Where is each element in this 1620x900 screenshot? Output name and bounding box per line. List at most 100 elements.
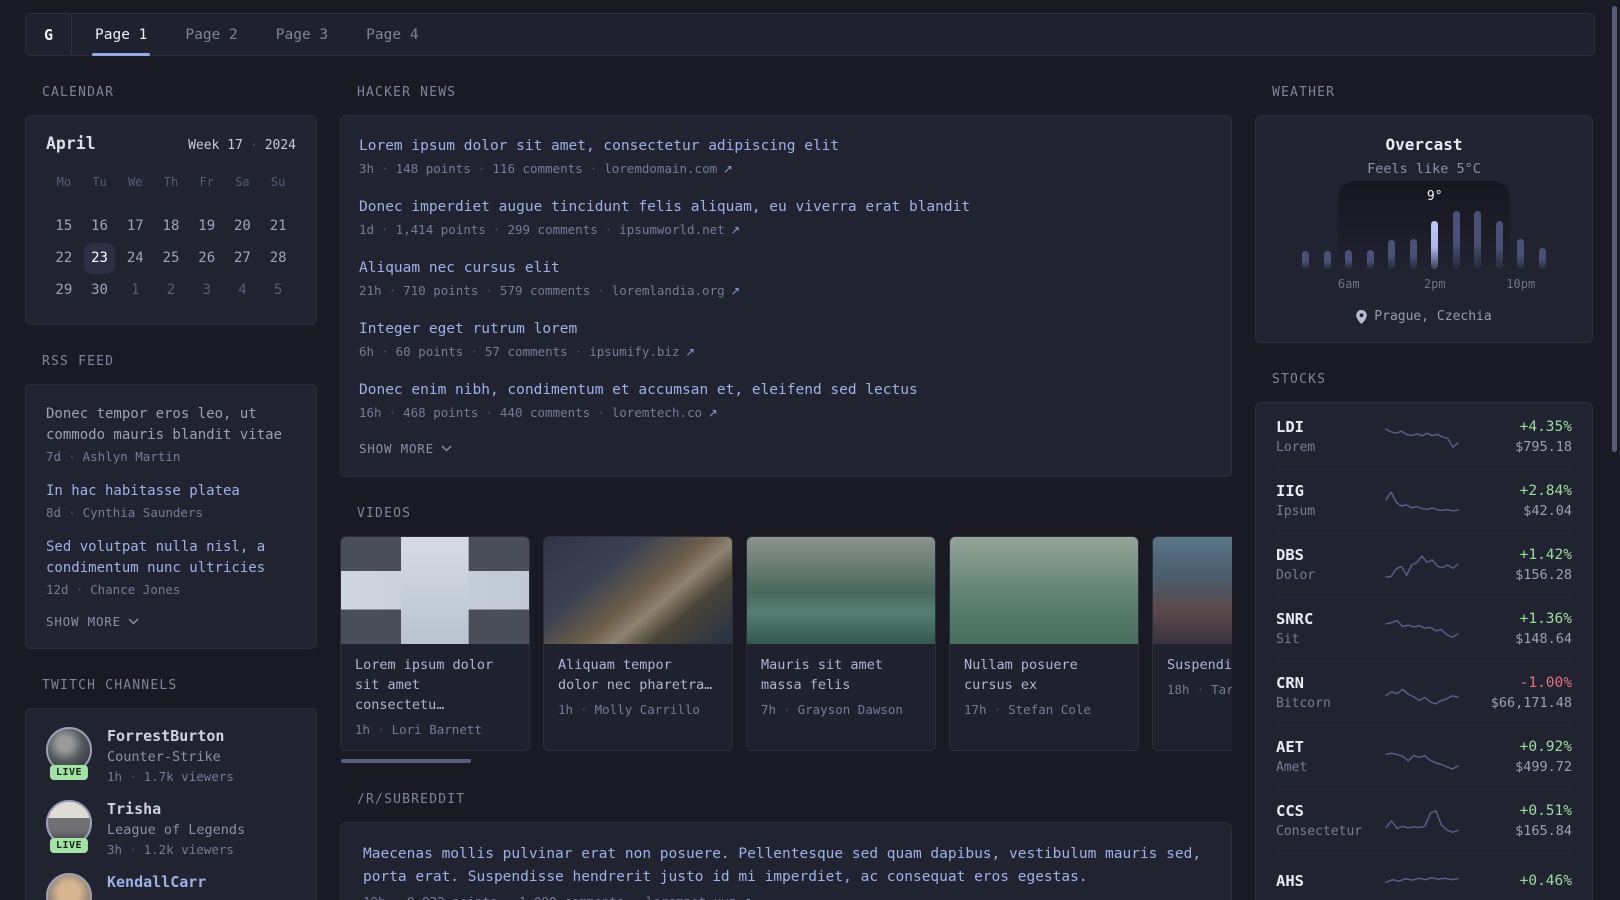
video-thumbnail[interactable] — [341, 537, 529, 644]
stock-name: Bitcorn — [1276, 696, 1331, 711]
rss-item-link[interactable]: Donec tempor eros leo, ut commodo mauris… — [46, 404, 296, 446]
calendar-weekday: Th — [163, 175, 179, 189]
hackernews-item: Lorem ipsum dolor sit amet, consectetur … — [359, 136, 1213, 176]
item-domain-link[interactable]: ipsumify.biz — [589, 344, 695, 359]
hackernews-show-more-button[interactable]: SHOW MORE — [359, 441, 452, 456]
map-pin-icon — [1356, 309, 1368, 324]
stock-name: Dolor — [1276, 568, 1316, 583]
video-title-link[interactable]: Aliquam tempor dolor nec pharetra… — [558, 655, 718, 695]
calendar-day: 30 — [91, 282, 108, 298]
dot-separator — [568, 344, 590, 359]
calendar-day: 25 — [162, 250, 180, 266]
stock-row[interactable]: CRN Bitcorn -1.00% $66,171.48 — [1276, 660, 1572, 724]
twitch-channel-row[interactable]: LIVE Trisha League of Legends 3h 1.2k vie… — [46, 800, 296, 857]
stock-sparkline — [1380, 742, 1464, 772]
stock-row[interactable]: AET Amet +0.92% $499.72 — [1276, 724, 1572, 788]
stock-values: +0.92% $499.72 — [1464, 739, 1572, 775]
stock-price: $156.28 — [1515, 566, 1572, 583]
twitch-card: LIVE ForrestBurton Counter-Strike 1h 1.7k… — [25, 708, 317, 900]
hackernews-item-link[interactable]: Donec imperdiet augue tincidunt felis al… — [359, 197, 1213, 218]
twitch-channel-row[interactable]: LIVE ForrestBurton Counter-Strike 1h 1.7k… — [46, 727, 296, 784]
twitch-avatar-wrap — [46, 873, 92, 900]
videos-scrollbar-thumb[interactable] — [341, 759, 471, 763]
stocks-widget: STOCKS LDI Lorem +4.35% $795.18 IIG Ipsu… — [1255, 372, 1593, 900]
twitch-viewers: 1.7k viewers — [143, 769, 234, 784]
video-card[interactable]: Aliquam tempor dolor nec pharetra… 1h Mol… — [543, 536, 733, 751]
weather-bar — [1517, 239, 1525, 269]
video-thumbnail[interactable] — [747, 537, 935, 644]
item-domain-link[interactable]: ipsumworld.net — [619, 222, 740, 237]
item-domain-link[interactable]: loremtech.co — [612, 405, 718, 420]
calendar-day: 2 — [166, 282, 176, 298]
stock-price: $42.04 — [1523, 502, 1572, 519]
dot-separator — [61, 505, 83, 520]
video-card[interactable]: Suspendisse diam 18h Tara — [1152, 536, 1232, 751]
hackernews-item: Aliquam nec cursus elit 21h 710 points 579… — [359, 258, 1213, 298]
stock-row[interactable]: DBS Dolor +1.42% $156.28 — [1276, 532, 1572, 596]
twitch-channel-name[interactable]: ForrestBurton — [107, 727, 234, 745]
stock-id: DBS Dolor — [1276, 546, 1380, 583]
hackernews-item-link[interactable]: Lorem ipsum dolor sit amet, consectetur … — [359, 136, 1213, 157]
stock-sparkline — [1380, 550, 1464, 580]
dot-separator — [243, 138, 265, 153]
stock-row[interactable]: CCS Consectetur +0.51% $165.84 — [1276, 788, 1572, 852]
calendar-day: 29 — [55, 282, 73, 298]
weather-bar-slot — [1489, 209, 1511, 269]
dot-separator — [590, 283, 612, 298]
hackernews-item-link[interactable]: Donec enim nibh, condimentum et accumsan… — [359, 380, 1213, 401]
weather-bars: 9° — [1295, 189, 1554, 269]
calendar-card: April Week 172024 MoTuWeThFrSaSu 1516171… — [25, 115, 317, 325]
weather-bar — [1538, 248, 1546, 269]
page-tab[interactable]: Page 1 — [76, 14, 166, 56]
video-card[interactable]: Nullam posuere cursus ex 17h Stefan Cole — [949, 536, 1139, 751]
weather-location: Prague, Czechia — [1374, 309, 1492, 324]
external-link-icon — [717, 161, 733, 176]
twitch-channel-category: Counter-Strike — [107, 749, 221, 765]
video-title-link[interactable]: Lorem ipsum dolor sit amet consectetu… — [355, 655, 515, 715]
stock-row[interactable]: IIG Ipsum +2.84% $42.04 — [1276, 468, 1572, 532]
page-tab[interactable]: Page 2 — [166, 14, 256, 55]
video-card[interactable]: Mauris sit amet massa felis 7h Grayson Da… — [746, 536, 936, 751]
stock-row[interactable]: AHS +0.46% — [1276, 852, 1572, 900]
rss-item-link[interactable]: In hac habitasse platea — [46, 481, 296, 502]
weather-hour-label-slot: 6am — [1338, 277, 1360, 291]
stock-row[interactable]: SNRC Sit +1.36% $148.64 — [1276, 596, 1572, 660]
post-domain-link[interactable]: loremnet.xyz — [646, 894, 752, 900]
video-thumbnail[interactable] — [544, 537, 732, 644]
video-title-link[interactable]: Nullam posuere cursus ex — [964, 655, 1124, 695]
hackernews-item-link[interactable]: Aliquam nec cursus elit — [359, 258, 1213, 279]
video-card-body: Lorem ipsum dolor sit amet consectetu… 1… — [341, 644, 529, 750]
stocks-card: LDI Lorem +4.35% $795.18 IIG Ipsum +2.84… — [1255, 402, 1593, 900]
page-tab[interactable]: Page 3 — [257, 14, 347, 55]
stock-change: +0.92% — [1519, 738, 1572, 755]
rss-item-link[interactable]: Sed volutpat nulla nisl, a condimentum n… — [46, 537, 296, 579]
stock-name: Ipsum — [1276, 504, 1316, 519]
twitch-channel-row[interactable]: KendallCarr — [46, 873, 296, 900]
rss-widget: RSS FEED Donec tempor eros leo, ut commo… — [25, 354, 317, 649]
video-thumbnail[interactable] — [950, 537, 1138, 644]
app-logo[interactable]: G — [26, 14, 72, 55]
page-tab[interactable]: Page 4 — [347, 14, 437, 55]
stock-id: IIG Ipsum — [1276, 482, 1380, 519]
video-card[interactable]: Lorem ipsum dolor sit amet consectetu… 1… — [340, 536, 530, 751]
twitch-channel-info: Trisha League of Legends 3h 1.2k viewers — [107, 800, 245, 857]
item-domain-link[interactable]: loremlandia.org — [612, 283, 741, 298]
weather-card: Overcast Feels like 5°C 9° 6am 2pm 10pm Pr… — [1255, 115, 1593, 343]
video-thumbnail[interactable] — [1153, 537, 1232, 644]
item-age: 6h — [359, 344, 375, 359]
hackernews-item-link[interactable]: Integer eget rutrum lorem — [359, 319, 1213, 340]
rss-show-more-button[interactable]: SHOW MORE — [46, 614, 139, 629]
twitch-channel-name[interactable]: Trisha — [107, 800, 245, 818]
weather-bar-slot — [1532, 209, 1554, 269]
video-title-link[interactable]: Mauris sit amet massa felis — [761, 655, 921, 695]
video-author: Grayson Dawson — [797, 702, 903, 717]
video-card-body: Nullam posuere cursus ex 17h Stefan Cole — [950, 644, 1138, 730]
item-domain-link[interactable]: loremdomain.com — [604, 161, 733, 176]
video-title-link[interactable]: Suspendisse diam — [1167, 655, 1232, 675]
twitch-channel-name[interactable]: KendallCarr — [107, 873, 206, 891]
subreddit-post-link[interactable]: Maecenas mollis pulvinar erat non posuer… — [363, 843, 1209, 889]
page-scrollbar-thumb[interactable] — [1612, 6, 1617, 452]
item-comments: 579 comments — [499, 283, 591, 298]
dot-separator — [122, 769, 144, 784]
stock-row[interactable]: LDI Lorem +4.35% $795.18 — [1276, 405, 1572, 468]
